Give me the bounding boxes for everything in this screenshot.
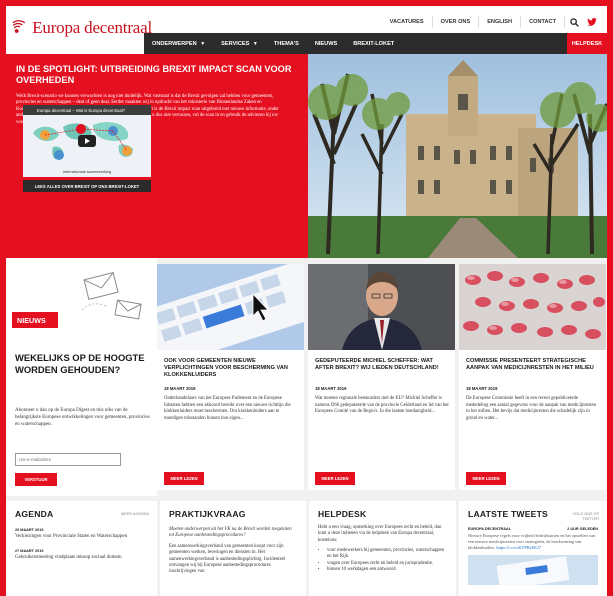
top-navigation: VACATURES OVER ONS ENGLISH CONTACT (382, 14, 601, 30)
spotlight-photo (308, 54, 607, 258)
card-title[interactable]: GEDEPUTEERDE MICHIEL SCHEFFER: WAT AFTER… (315, 358, 449, 372)
card-text: De Europese Commissie heeft in een recen… (466, 396, 596, 421)
agenda-date: 20 MAART 2019 (15, 528, 44, 532)
news-card[interactable]: GEDEPUTEERDE MICHIEL SCHEFFER: WAT AFTER… (308, 264, 455, 490)
agenda-date: 27 MAART 2019 (15, 549, 44, 554)
agenda-item[interactable]: Gebruikersmeeting vindplaats inkoop soci… (15, 555, 148, 561)
brexit-loket-button[interactable]: LEES ALLES OVER BREXIT OP ONS BREXIT-LOK… (23, 180, 151, 192)
card-date: 18 MAART 2019 (315, 386, 347, 391)
helpdesk-button[interactable]: HELPDESK (567, 33, 607, 54)
newsletter-title: WEKELIJKS OP DE HOOGTE WORDEN GEHOUDEN? (15, 352, 145, 375)
video-title-bar: Europa decentraal – Wat is Europa decent… (23, 105, 151, 115)
nav-services[interactable]: SERVICES ▼ (213, 41, 266, 47)
praktijkvraag-question[interactable]: Moeten onderwerpen uit het VK na de Brex… (169, 527, 297, 540)
helpdesk-title: HELPDESK (318, 509, 367, 519)
card-title[interactable]: OOK VOOR GEMEENTEN NIEUWE VERPLICHTINGEN… (164, 358, 298, 379)
tweet-text: Nieuwe Europese regels voor vrijheid bed… (468, 533, 598, 551)
card-date: 18 MAART 2019 (164, 386, 196, 391)
portrait-photo (308, 264, 455, 350)
tweet-image[interactable] (468, 555, 598, 585)
helpdesk-text: Hebt u een vraag, opmerking over Europee… (318, 525, 442, 543)
card-text: Onderhandelaars van het Europees Parleme… (164, 396, 291, 421)
email-field[interactable] (15, 453, 121, 466)
chevron-down-icon: ▼ (252, 40, 258, 47)
keyboard-photo (157, 264, 304, 350)
read-more-button[interactable]: MEER LEZEN (164, 472, 204, 485)
tweet-account[interactable]: EUROPA DECENTRAAL (468, 527, 511, 531)
nav-label: SERVICES (221, 40, 250, 47)
video-caption: Internationale samenwerking (62, 170, 112, 174)
news-card[interactable]: COMMISSIE PRESENTEERT STRATEGISCHE AANPA… (459, 264, 606, 490)
page-frame: Europa decentraal VACATURES OVER ONS ENG… (6, 6, 607, 596)
nav-nieuws[interactable]: NIEUWS (307, 41, 345, 47)
site-logo[interactable]: Europa decentraal (12, 10, 152, 46)
read-more-button[interactable]: MEER LEZEN (315, 472, 355, 485)
top-link-contact[interactable]: CONTACT (521, 16, 565, 28)
card-title[interactable]: COMMISSIE PRESENTEERT STRATEGISCHE AANPA… (466, 358, 600, 372)
main-navigation: ONDERWERPEN ▼ SERVICES ▼ THEMA'S NIEUWS … (144, 33, 607, 54)
logo-text: Europa decentraal (32, 18, 152, 37)
info-row: AGENDA MEER AGENDA 20 MAART 2019 Verkiez… (6, 496, 607, 596)
list-item: voor medewerkers bij gemeenten, provinci… (327, 548, 447, 560)
pills-photo (459, 264, 606, 350)
top-link-english[interactable]: ENGLISH (479, 16, 522, 28)
search-icon[interactable] (565, 14, 583, 30)
news-row: NIEUWS WEKELIJKS OP DE HOOGTE WORDEN GEH… (6, 258, 607, 496)
video-player[interactable]: Europa decentraal – Wat is Europa decent… (23, 105, 151, 177)
newsletter-text: Abonneer u dan op de Europa Digest en mi… (15, 408, 150, 427)
spotlight-title[interactable]: IN DE SPOTLIGHT: UITBREIDING BREXIT IMPA… (16, 64, 298, 86)
card-text: Wat moeten regionale bestuurders met de … (315, 396, 449, 415)
praktijkvraag-title: PRAKTIJKVRAAG (169, 509, 246, 519)
nav-label: ONDERWERPEN (152, 40, 197, 47)
nav-onderwerpen[interactable]: ONDERWERPEN ▼ (144, 41, 213, 47)
play-icon[interactable] (78, 135, 96, 147)
top-link-vacatures[interactable]: VACATURES (382, 16, 433, 28)
nav-themas[interactable]: THEMA'S (266, 41, 307, 47)
nieuws-tag[interactable]: NIEUWS (12, 312, 58, 328)
praktijkvraag-panel: PRAKTIJKVRAAG Moeten onderwerpen uit het… (160, 501, 306, 596)
newsletter-panel: NIEUWS WEKELIJKS OP DE HOOGTE WORDEN GEH… (6, 258, 157, 496)
subscribe-button[interactable]: VERSTUUR (15, 473, 57, 486)
helpdesk-panel: HELPDESK Hebt u een vraag, opmerking ove… (309, 501, 456, 596)
chevron-down-icon: ▼ (200, 40, 206, 47)
envelope-icon (81, 272, 142, 320)
card-date: 18 MAART 2019 (466, 386, 498, 391)
top-link-over-ons[interactable]: OVER ONS (433, 16, 480, 28)
read-more-button[interactable]: MEER LEZEN (466, 472, 506, 485)
video-title: Europa decentraal – Wat is Europa decent… (37, 107, 126, 113)
nav-brexit-loket[interactable]: BREXIT-LOKET (345, 41, 402, 47)
follow-twitter-link[interactable]: VOLG ONS OP TWITTER (565, 512, 599, 522)
praktijkvraag-text: Een samenwerkingsverband van gemeenten k… (169, 543, 286, 575)
more-agenda-link[interactable]: MEER AGENDA (121, 512, 149, 517)
twitter-icon[interactable] (583, 14, 601, 30)
site-header: Europa decentraal VACATURES OVER ONS ENG… (6, 6, 607, 54)
tweet-link[interactable]: https://t.co/xKTPBsEKJ7 (496, 545, 541, 550)
helpdesk-list: voor medewerkers bij gemeenten, provinci… (318, 548, 447, 573)
tweet-time: 2 UUR GELEDEN (567, 527, 598, 531)
list-item: binnen 10 werkdagen een antwoord. (327, 567, 447, 573)
news-card[interactable]: OOK VOOR GEMEENTEN NIEUWE VERPLICHTINGEN… (157, 264, 304, 490)
tweets-panel: LAATSTE TWEETS VOLG ONS OP TWITTER EUROP… (459, 501, 607, 596)
list-item: vragen over Europees recht en beleid en … (327, 561, 447, 567)
logo-waves-icon (12, 20, 26, 33)
agenda-item[interactable]: Verkiezingen voor Provinciale Staten en … (15, 534, 148, 540)
tweet-header: EUROPA DECENTRAAL 2 UUR GELEDEN (468, 527, 598, 531)
agenda-panel: AGENDA MEER AGENDA 20 MAART 2019 Verkiez… (6, 501, 157, 596)
